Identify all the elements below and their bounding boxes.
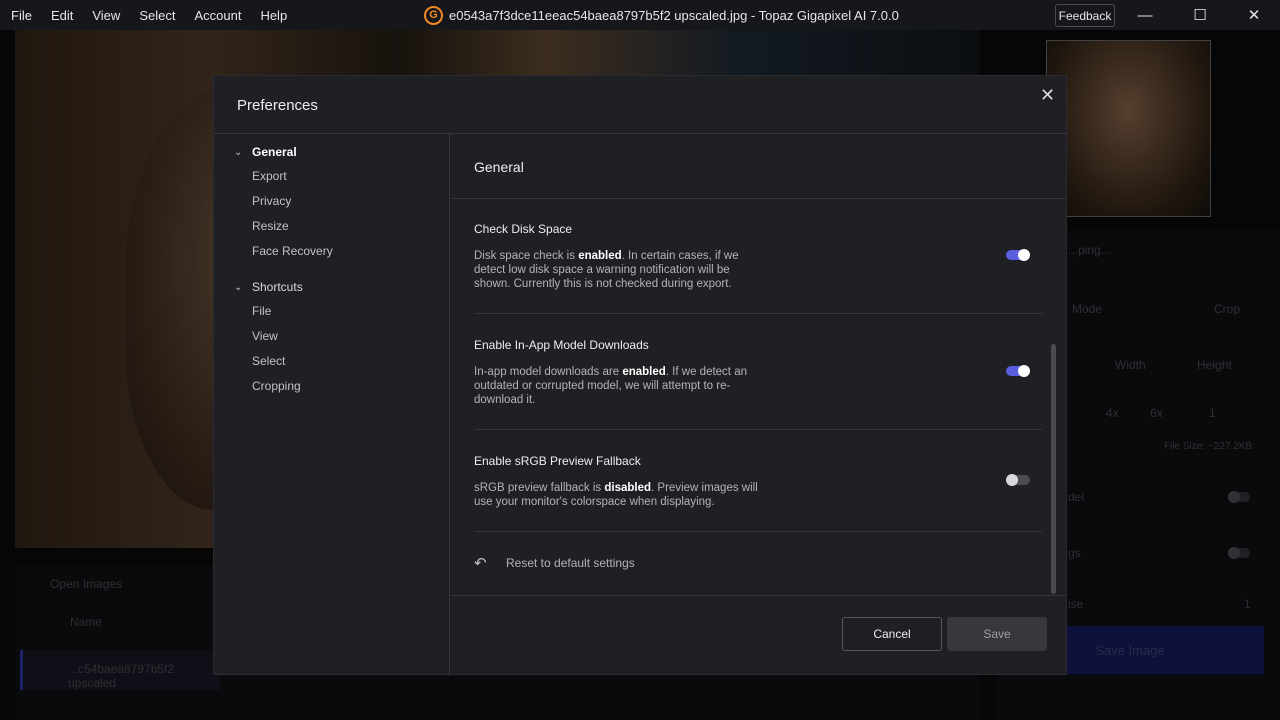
toggle-knob (1018, 249, 1030, 261)
menu-edit[interactable]: Edit (51, 8, 73, 23)
preferences-dialog: Preferences ✕ ⌄ General Export Privacy R… (213, 75, 1068, 676)
content-header: General (451, 134, 1067, 199)
setting-title: Enable sRGB Preview Fallback (474, 454, 641, 468)
app-logo-icon: G (424, 5, 443, 25)
dialog-footer: Cancel Save (451, 595, 1067, 676)
model-downloads-toggle[interactable] (1006, 365, 1030, 377)
nav-item-view[interactable]: View (252, 329, 278, 343)
feedback-button[interactable]: Feedback (1055, 4, 1115, 27)
close-window-icon[interactable]: ✕ (1234, 0, 1274, 30)
close-icon[interactable]: ✕ (1040, 85, 1055, 106)
nav-item-resize[interactable]: Resize (252, 219, 289, 233)
window-title: G e0543a7f3dce11eeac54baea8797b5f2 upsca… (424, 0, 899, 30)
reset-defaults-button[interactable]: ↶ Reset to default settings (474, 554, 635, 572)
nav-item-face-recovery[interactable]: Face Recovery (252, 244, 333, 258)
dialog-title: Preferences (237, 97, 318, 114)
nav-item-export[interactable]: Export (252, 169, 287, 183)
maximize-icon[interactable]: ☐ (1180, 0, 1220, 30)
content-title: General (474, 159, 524, 175)
preferences-sidebar: ⌄ General Export Privacy Resize Face Rec… (214, 134, 450, 676)
setting-description: sRGB preview fallback is disabled. Previ… (474, 482, 758, 508)
setting-model-downloads: Enable In-App Model Downloads In-app mod… (474, 338, 1042, 407)
setting-title: Enable In-App Model Downloads (474, 338, 649, 352)
nav-group-label: Shortcuts (252, 280, 303, 294)
minimize-icon[interactable]: — (1125, 0, 1165, 30)
setting-description: Disk space check is enabled. In certain … (474, 250, 739, 290)
menu-view[interactable]: View (92, 8, 120, 23)
content-scrollbar[interactable] (1051, 344, 1056, 594)
nav-item-privacy[interactable]: Privacy (252, 194, 291, 208)
dialog-header: Preferences ✕ (214, 76, 1068, 134)
window-title-text: e0543a7f3dce11eeac54baea8797b5f2 upscale… (449, 7, 899, 23)
nav-group-shortcuts[interactable]: ⌄ Shortcuts (234, 280, 303, 294)
menu-file[interactable]: File (11, 8, 32, 23)
save-button[interactable]: Save (947, 617, 1047, 651)
setting-title: Check Disk Space (474, 222, 573, 236)
title-bar: File Edit View Select Account Help G e05… (0, 0, 1280, 30)
cancel-button[interactable]: Cancel (842, 617, 942, 651)
nav-item-cropping[interactable]: Cropping (252, 379, 301, 393)
toggle-knob (1018, 365, 1030, 377)
menu-bar: File Edit View Select Account Help (11, 8, 306, 23)
toggle-knob (1006, 474, 1018, 486)
nav-group-label: General (252, 145, 297, 159)
menu-select[interactable]: Select (139, 8, 175, 23)
chevron-down-icon: ⌄ (234, 281, 243, 293)
menu-account[interactable]: Account (194, 8, 241, 23)
srgb-fallback-toggle[interactable] (1006, 474, 1030, 486)
divider (474, 531, 1042, 532)
setting-check-disk-space: Check Disk Space Disk space check is ena… (474, 222, 1042, 291)
divider (474, 313, 1042, 314)
reset-label: Reset to default settings (506, 556, 635, 570)
menu-help[interactable]: Help (260, 8, 287, 23)
preferences-content: General Check Disk Space Disk space chec… (451, 134, 1067, 596)
divider (474, 429, 1042, 430)
nav-item-select[interactable]: Select (252, 354, 285, 368)
chevron-down-icon: ⌄ (234, 146, 243, 158)
nav-item-file[interactable]: File (252, 304, 271, 318)
setting-srgb-fallback: Enable sRGB Preview Fallback sRGB previe… (474, 454, 1042, 509)
check-disk-space-toggle[interactable] (1006, 249, 1030, 261)
undo-icon: ↶ (474, 555, 487, 572)
setting-description: In-app model downloads are enabled. If w… (474, 366, 747, 406)
nav-group-general[interactable]: ⌄ General (234, 145, 297, 159)
